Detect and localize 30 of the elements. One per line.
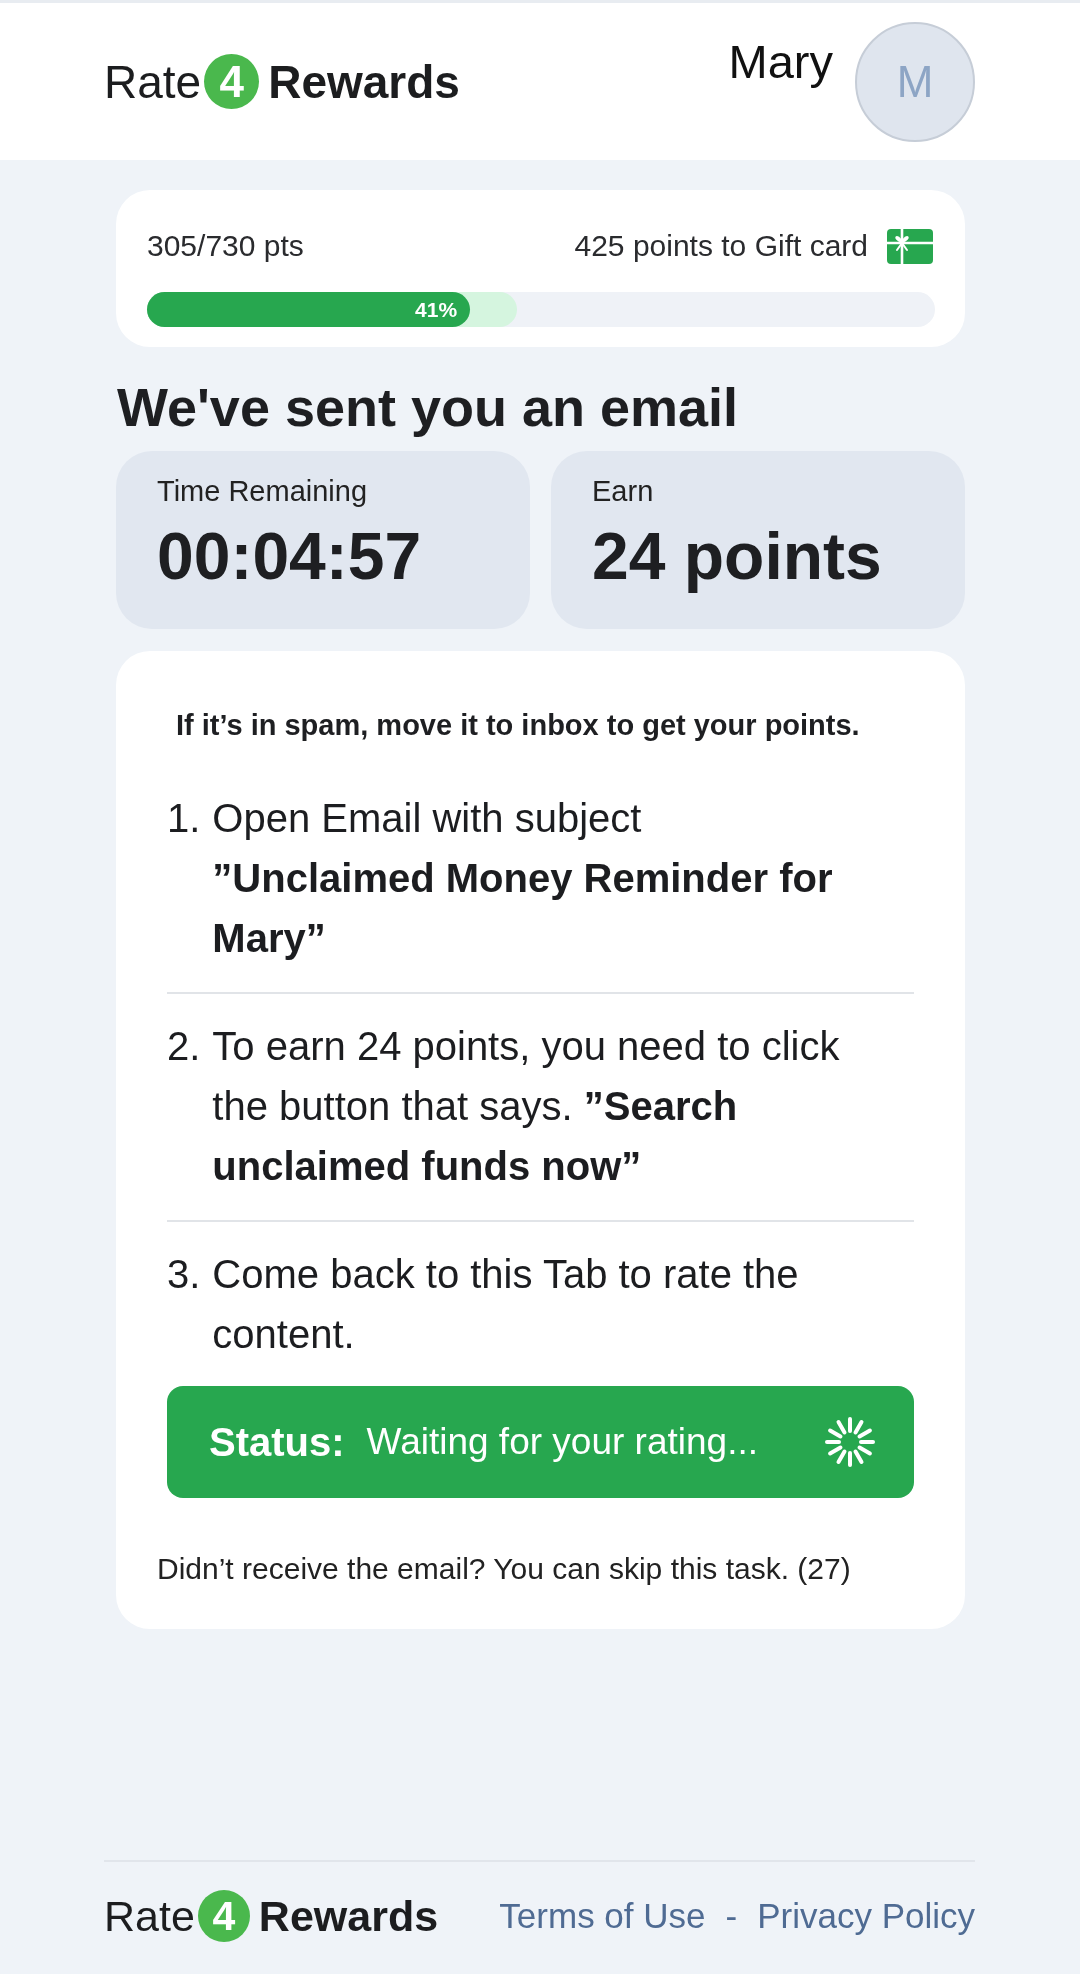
gift-card-icon	[887, 228, 933, 264]
logo-emblem: 4	[197, 1890, 250, 1942]
step-number: 2.	[167, 1023, 201, 1070]
footer-link[interactable]: Privacy Policy	[757, 1896, 975, 1936]
stat-value: 00:04:57	[157, 520, 422, 592]
logo-text: Rewards	[258, 1894, 439, 1938]
skip-note: Didn’t receive the email? You can skip this task. (27)	[157, 1551, 852, 1587]
stat-label: Earn	[592, 474, 654, 509]
footer-link[interactable]: Terms of Use	[499, 1896, 706, 1936]
status-label: Status:	[209, 1419, 345, 1465]
spam-note: If it’s in spam, move it to inbox to get your points.	[176, 708, 861, 743]
logo-text: Rate	[104, 58, 202, 105]
step-text: To earn 24 points, you need to click the button that says. ”Search unclaimed funds now”	[212, 1023, 841, 1190]
step-text: Come back to this Tab to rate the content.	[212, 1251, 800, 1358]
logo-emblem: 4	[204, 54, 260, 109]
stat-label: Time Remaining	[157, 474, 368, 509]
points-total: 305/730 pts	[147, 229, 304, 263]
spinner-icon	[825, 1417, 875, 1467]
page-title: We've sent you an email	[117, 378, 740, 436]
step-number: 1.	[167, 795, 201, 842]
email-subject: ”Unclaimed Money Reminder for Mary”	[212, 855, 834, 962]
logo-text: Rate	[104, 1894, 195, 1938]
link-separator: -	[725, 1896, 738, 1936]
stat-value: 24 points	[592, 520, 882, 592]
status-message: Waiting for your rating...	[366, 1421, 758, 1463]
step-text: Open Email with subject	[212, 795, 642, 842]
step-number: 3.	[167, 1251, 201, 1298]
logo-text: Rewards	[268, 58, 460, 105]
goal-text: 425 points to Gift card	[574, 229, 868, 263]
progress-percent: 41%	[415, 297, 458, 322]
